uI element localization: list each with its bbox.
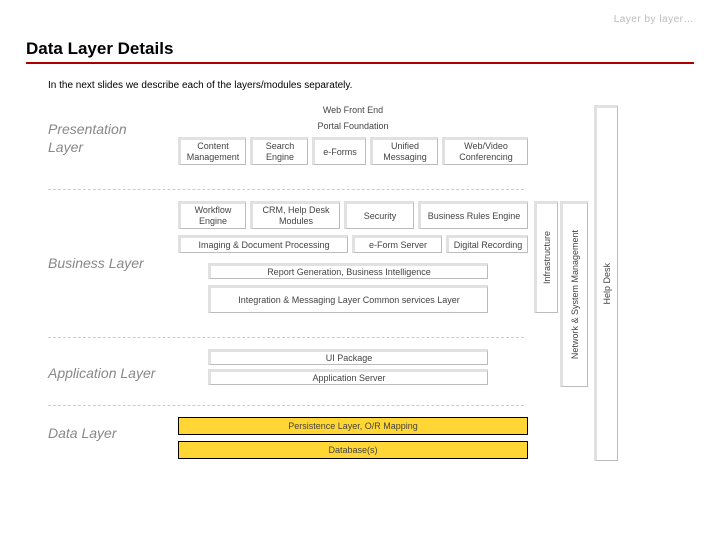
box-persistence-or-mapping: Persistence Layer, O/R Mapping: [178, 417, 528, 435]
divider-3: [48, 405, 524, 406]
box-search-engine: Search Engine: [250, 137, 308, 165]
box-network-system-mgmt: Network & System Management: [560, 201, 588, 387]
box-databases: Database(s): [178, 441, 528, 459]
box-report-bi: Report Generation, Business Intelligence: [208, 263, 488, 279]
box-ui-package: UI Package: [208, 349, 488, 365]
header-web-front-end: Web Front End: [178, 105, 528, 115]
box-eform-server: e-Form Server: [352, 235, 442, 253]
divider-2: [48, 337, 524, 338]
layer-label-data: Data Layer: [48, 425, 156, 443]
layer-label-application: Application Layer: [48, 365, 156, 383]
intro-text: In the next slides we describe each of t…: [48, 80, 694, 91]
box-security: Security: [344, 201, 414, 229]
slide-title: Data Layer Details: [26, 39, 694, 64]
box-unified-messaging: Unified Messaging: [370, 137, 438, 165]
box-infrastructure: Infrastructure: [534, 201, 558, 313]
box-workflow-engine: Workflow Engine: [178, 201, 246, 229]
box-web-video: Web/Video Conferencing: [442, 137, 528, 165]
box-application-server: Application Server: [208, 369, 488, 385]
box-business-rules: Business Rules Engine: [418, 201, 528, 229]
slide-tagline: Layer by layer…: [26, 14, 694, 25]
layer-label-presentation: Presentation Layer: [48, 121, 156, 156]
box-digital-recording: Digital Recording: [446, 235, 528, 253]
box-crm-helpdesk: CRM, Help Desk Modules: [250, 201, 340, 229]
box-help-desk: Help Desk: [594, 105, 618, 461]
box-eforms: e-Forms: [312, 137, 366, 165]
box-integration-messaging: Integration & Messaging Layer Common ser…: [208, 285, 488, 313]
header-portal-foundation: Portal Foundation: [178, 121, 528, 131]
architecture-diagram: Presentation Layer Business Layer Applic…: [48, 105, 694, 485]
layer-label-business: Business Layer: [48, 255, 156, 273]
box-imaging-doc: Imaging & Document Processing: [178, 235, 348, 253]
box-content-mgmt: Content Management: [178, 137, 246, 165]
divider-1: [48, 189, 524, 190]
